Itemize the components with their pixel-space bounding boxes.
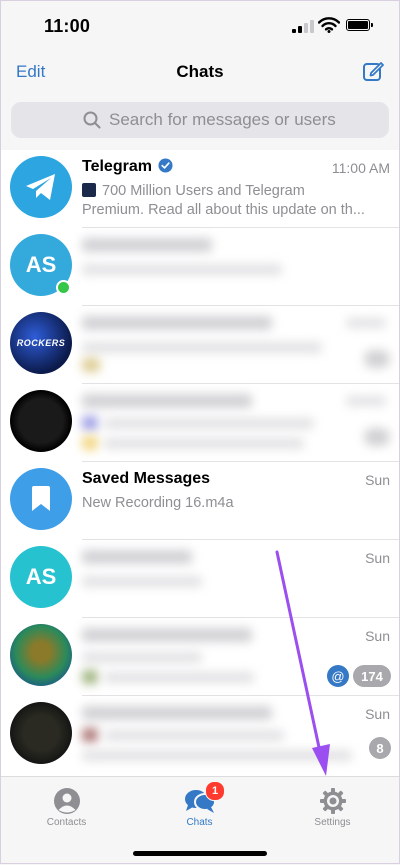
tab-settings[interactable]: Settings	[266, 777, 399, 837]
blurred-preview	[82, 576, 202, 587]
verified-icon	[158, 158, 173, 173]
chat-row[interactable]: Sun @ 174	[0, 618, 400, 696]
status-time: 11:00	[44, 16, 91, 36]
paper-plane-icon	[26, 174, 55, 200]
blurred-preview	[104, 438, 304, 449]
chat-row[interactable]: AS Sun	[0, 540, 400, 618]
battery-icon	[346, 19, 373, 31]
page-title: Chats	[176, 62, 224, 81]
search-icon	[83, 111, 101, 129]
gear-icon	[319, 788, 346, 814]
blurred-thumbnail	[82, 728, 98, 742]
chat-time: Sun	[365, 706, 390, 722]
group-avatar	[10, 702, 72, 764]
chat-row[interactable]: AS	[0, 228, 400, 306]
bookmark-icon	[32, 486, 50, 511]
contact-avatar: AS	[10, 546, 72, 608]
chat-time: Sun	[365, 550, 390, 566]
unread-count-badge: 8	[369, 737, 391, 759]
saved-messages-avatar	[10, 468, 72, 530]
news-thumbnail-icon	[82, 183, 96, 197]
chat-row[interactable]: ROCKERS	[0, 306, 400, 384]
blurred-name	[82, 316, 272, 330]
blurred-thumbnail	[82, 416, 98, 430]
unread-count-badge: 174	[353, 665, 391, 687]
blurred-name	[82, 550, 192, 564]
tab-label: Contacts	[46, 817, 87, 828]
nav-bar: Edit Chats	[0, 54, 400, 98]
blurred-thumbnail	[82, 358, 100, 372]
tab-bar: Contacts 1 Chats Settings	[0, 776, 400, 865]
status-bar: 11:00	[0, 0, 400, 54]
search-bar	[0, 98, 400, 151]
blurred-name	[82, 706, 272, 720]
chat-name: Saved Messages	[82, 470, 211, 487]
blurred-preview	[82, 342, 322, 353]
blurred-preview	[104, 730, 284, 741]
blurred-badge	[364, 428, 390, 446]
chat-list[interactable]: Telegram 11:00 AM 700 Million Users and …	[0, 150, 400, 776]
compose-icon[interactable]	[362, 60, 384, 82]
chat-row[interactable]	[0, 384, 400, 462]
chat-row-telegram[interactable]: Telegram 11:00 AM 700 Million Users and …	[0, 150, 400, 228]
blurred-time	[346, 396, 386, 406]
chat-preview: 700 Million Users and Telegram Premium. …	[82, 183, 365, 218]
chat-time: Sun	[365, 628, 390, 644]
group-avatar	[10, 390, 72, 452]
blurred-preview	[82, 264, 282, 275]
chat-row[interactable]: Sun 8	[0, 696, 400, 774]
tab-chats[interactable]: 1 Chats	[133, 777, 266, 837]
blurred-time	[346, 318, 386, 328]
blurred-thumbnail	[82, 670, 98, 684]
home-indicator	[133, 851, 267, 856]
wifi-icon	[318, 17, 340, 33]
blurred-preview	[82, 652, 202, 663]
chat-time: 11:00 AM	[331, 160, 390, 176]
tab-contacts[interactable]: Contacts	[0, 777, 133, 837]
blurred-preview	[104, 672, 254, 683]
chat-row-saved-messages[interactable]: Saved Messages Sun New Recording 16.m4a	[0, 462, 400, 540]
blurred-badge	[364, 350, 390, 368]
search-input[interactable]	[109, 102, 369, 138]
cellular-signal-icon	[292, 20, 314, 33]
tab-label: Settings	[314, 817, 351, 828]
chat-preview: New Recording 16.m4a	[82, 495, 234, 511]
mention-badge: @	[327, 665, 349, 687]
blurred-name	[82, 628, 252, 642]
chat-time: Sun	[365, 472, 390, 488]
blurred-name	[82, 394, 252, 408]
telegram-avatar	[10, 156, 72, 218]
search-field[interactable]	[11, 102, 389, 138]
unread-badge: 1	[205, 781, 225, 801]
blurred-name	[82, 238, 212, 252]
online-indicator	[56, 280, 71, 295]
tab-label: Chats	[186, 817, 213, 828]
person-icon	[53, 788, 80, 814]
chat-name: Telegram	[82, 158, 173, 176]
blurred-preview	[104, 418, 314, 429]
blurred-thumbnail	[82, 436, 98, 450]
group-avatar: ROCKERS	[10, 312, 72, 374]
group-avatar	[10, 624, 72, 686]
blurred-preview	[82, 750, 352, 761]
